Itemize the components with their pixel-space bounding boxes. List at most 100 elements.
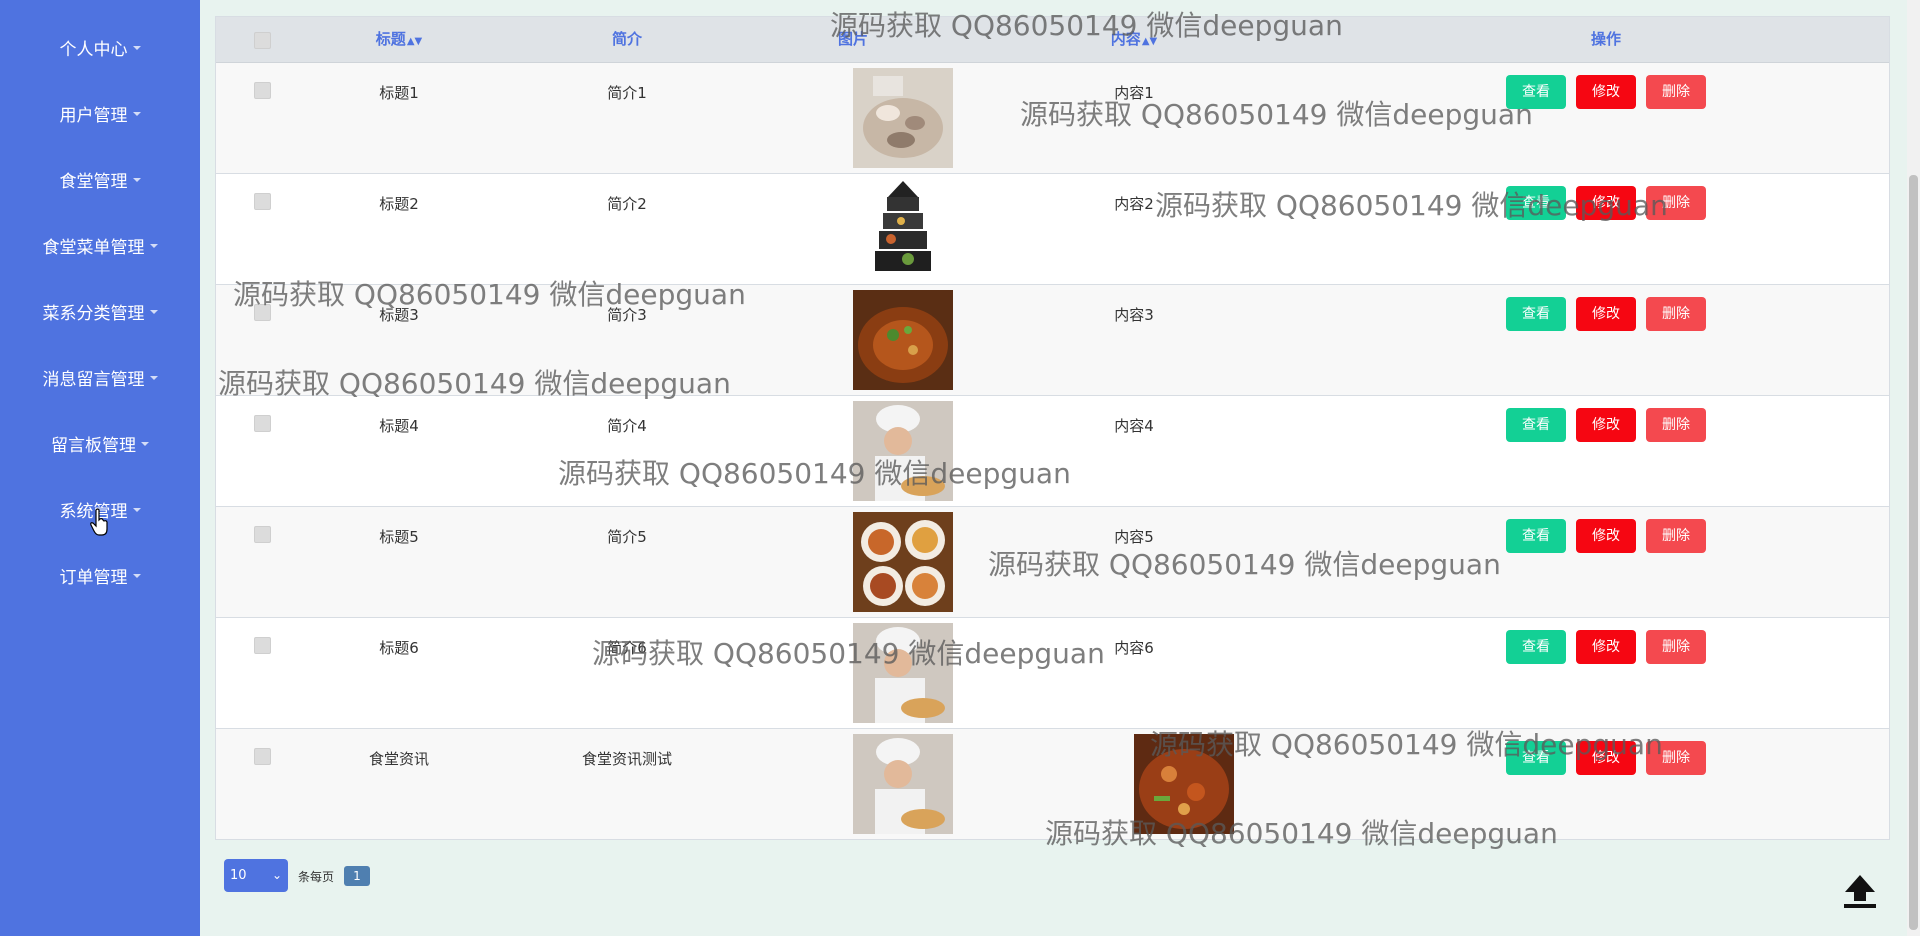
- food-pagoda-thumbnail: [853, 179, 953, 279]
- delete-button[interactable]: 删除: [1646, 741, 1706, 775]
- chevron-down-icon: ⌄: [271, 868, 282, 882]
- chef-thumbnail: [853, 623, 953, 723]
- scrollbar-thumb[interactable]: [1909, 175, 1918, 930]
- delete-button[interactable]: 删除: [1646, 630, 1706, 664]
- edit-button[interactable]: 修改: [1576, 741, 1636, 775]
- table-row: 标题5 简介5 内容5 查看 修改 删除: [216, 507, 1889, 618]
- cell-content: 内容4: [1114, 417, 1154, 435]
- caret-down-icon: [132, 574, 141, 578]
- page-size-select[interactable]: 10 ⌄: [224, 859, 288, 892]
- cell-intro: 简介3: [607, 306, 647, 324]
- sidebar-item-label: 食堂管理: [59, 171, 128, 192]
- per-page-label: 条每页: [298, 870, 335, 884]
- caret-down-icon: [141, 442, 149, 446]
- edit-button[interactable]: 修改: [1576, 297, 1636, 331]
- cell-intro: 简介5: [607, 528, 647, 546]
- page-number-button[interactable]: 1: [344, 866, 370, 886]
- view-button[interactable]: 查看: [1506, 75, 1566, 109]
- caret-down-icon: [149, 376, 158, 380]
- view-button[interactable]: 查看: [1506, 297, 1566, 331]
- cell-title: 标题5: [379, 528, 419, 546]
- caret-down-icon: [132, 508, 141, 512]
- cell-title: 标题1: [379, 84, 419, 102]
- view-button[interactable]: 查看: [1506, 186, 1566, 220]
- edit-button[interactable]: 修改: [1576, 75, 1636, 109]
- row-checkbox[interactable]: [254, 193, 271, 210]
- cell-intro: 食堂资讯测试: [581, 750, 672, 768]
- chef-thumbnail: [853, 734, 953, 834]
- sidebar-item-personal-center[interactable]: 个人中心: [0, 14, 200, 80]
- view-button[interactable]: 查看: [1506, 519, 1566, 553]
- table-row: 食堂资讯 食堂资讯测试 查看 修改 删除: [216, 729, 1889, 840]
- sidebar-item-label: 用户管理: [59, 105, 128, 126]
- data-table: 标题▲▼ 简介 图片 内容▲▼ 操作 标题1 简介1 内容1 查看 修改 删除 …: [215, 16, 1890, 840]
- delete-button[interactable]: 删除: [1646, 186, 1706, 220]
- cell-title: 食堂资讯: [368, 750, 429, 768]
- sidebar-item-cuisine-category-management[interactable]: 菜系分类管理: [0, 278, 200, 344]
- cell-title: 标题3: [379, 306, 419, 324]
- sidebar-item-label: 食堂菜单管理: [42, 237, 145, 258]
- caret-down-icon: [149, 310, 158, 314]
- sidebar-item-canteen-management[interactable]: 食堂管理: [0, 146, 200, 212]
- chef-thumbnail: [853, 401, 953, 501]
- sidebar-item-order-management[interactable]: 订单管理: [0, 542, 200, 608]
- delete-button[interactable]: 删除: [1646, 408, 1706, 442]
- cell-title: 标题2: [379, 195, 419, 213]
- caret-down-icon: [132, 46, 141, 50]
- cell-content: 内容2: [1114, 195, 1154, 213]
- table-row: 标题6 简介6 内容6 查看 修改 删除: [216, 618, 1889, 729]
- column-header-image: 图片: [837, 30, 868, 48]
- cell-title: 标题4: [379, 417, 419, 435]
- edit-button[interactable]: 修改: [1576, 630, 1636, 664]
- table-row: 标题2 简介2 内容2 查看 修改 删除: [216, 174, 1889, 285]
- delete-button[interactable]: 删除: [1646, 75, 1706, 109]
- cell-intro: 简介2: [607, 195, 647, 213]
- delete-button[interactable]: 删除: [1646, 297, 1706, 331]
- row-checkbox[interactable]: [254, 82, 271, 99]
- cell-content: 内容3: [1114, 306, 1154, 324]
- row-checkbox[interactable]: [254, 526, 271, 543]
- caret-down-icon: [132, 112, 141, 116]
- sidebar-item-label: 订单管理: [59, 567, 128, 588]
- delete-button[interactable]: 删除: [1646, 519, 1706, 553]
- food-thumbnail: [853, 512, 953, 612]
- select-all-checkbox[interactable]: [254, 32, 271, 49]
- sidebar: 个人中心 用户管理 食堂管理 食堂菜单管理 菜系分类管理 消息留言管理 留言板管…: [0, 0, 200, 936]
- sidebar-item-label: 留言板管理: [51, 435, 136, 456]
- edit-button[interactable]: 修改: [1576, 519, 1636, 553]
- column-header-title[interactable]: 标题▲▼: [299, 17, 499, 62]
- view-button[interactable]: 查看: [1506, 408, 1566, 442]
- cell-title: 标题6: [379, 639, 419, 657]
- column-header-content[interactable]: 内容▲▼: [1084, 17, 1184, 62]
- food-thumbnail: [853, 290, 953, 390]
- sidebar-item-message-management[interactable]: 消息留言管理: [0, 344, 200, 410]
- view-button[interactable]: 查看: [1506, 741, 1566, 775]
- food-thumbnail: [853, 68, 953, 168]
- table-row: 标题1 简介1 内容1 查看 修改 删除: [216, 63, 1889, 174]
- cell-intro: 简介1: [607, 84, 647, 102]
- sort-icon: ▲▼: [406, 36, 423, 47]
- edit-button[interactable]: 修改: [1576, 408, 1636, 442]
- sidebar-item-user-management[interactable]: 用户管理: [0, 80, 200, 146]
- column-header-intro: 简介: [611, 30, 642, 48]
- view-button[interactable]: 查看: [1506, 630, 1566, 664]
- sidebar-item-message-board-management[interactable]: 留言板管理: [0, 410, 200, 476]
- table-header: 标题▲▼ 简介 图片 内容▲▼ 操作: [216, 17, 1889, 63]
- cell-intro: 简介4: [607, 417, 647, 435]
- row-checkbox[interactable]: [254, 748, 271, 765]
- sort-icon: ▲▼: [1141, 36, 1158, 47]
- food-content-image: [1134, 734, 1234, 834]
- edit-button[interactable]: 修改: [1576, 186, 1636, 220]
- cell-content: 内容5: [1114, 528, 1154, 546]
- row-checkbox[interactable]: [254, 304, 271, 321]
- table-row: 标题3 简介3 内容3 查看 修改 删除: [216, 285, 1889, 396]
- cell-intro: 简介6: [607, 639, 647, 657]
- back-to-top-icon[interactable]: [1840, 870, 1880, 910]
- row-checkbox[interactable]: [254, 415, 271, 432]
- sidebar-item-label: 个人中心: [59, 39, 128, 60]
- sidebar-item-canteen-menu-management[interactable]: 食堂菜单管理: [0, 212, 200, 278]
- row-checkbox[interactable]: [254, 637, 271, 654]
- caret-down-icon: [132, 178, 141, 182]
- sidebar-item-label: 消息留言管理: [42, 369, 145, 390]
- cell-content: 内容6: [1114, 639, 1154, 657]
